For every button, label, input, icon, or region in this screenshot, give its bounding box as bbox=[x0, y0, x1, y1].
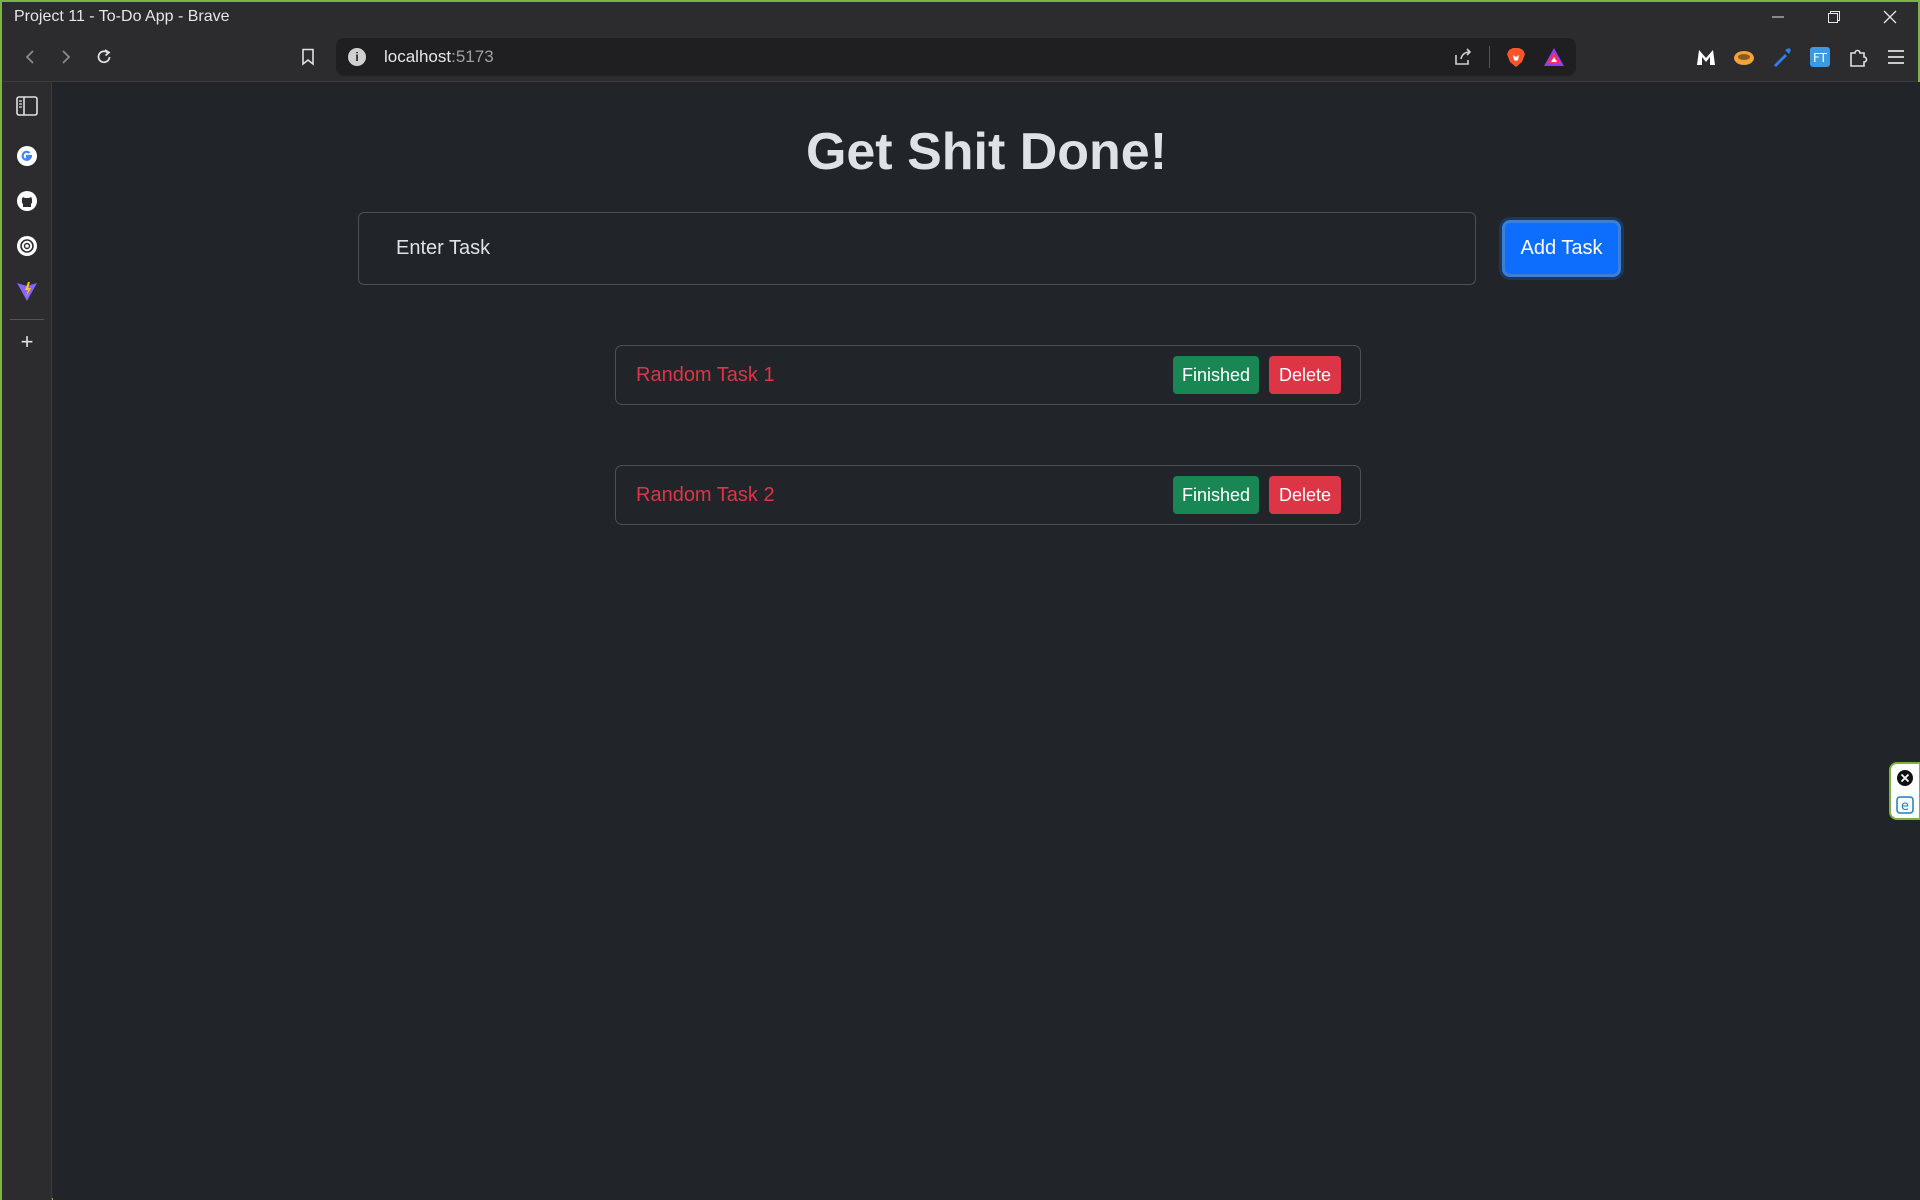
address-bar-actions bbox=[1451, 38, 1566, 76]
add-icon: + bbox=[20, 329, 34, 354]
github-icon bbox=[17, 191, 37, 211]
forward-button[interactable] bbox=[50, 41, 82, 73]
honey-extension[interactable] bbox=[1732, 45, 1756, 69]
brave-rewards-icon bbox=[1544, 48, 1564, 66]
back-button[interactable] bbox=[14, 41, 46, 73]
url-port: :5173 bbox=[451, 47, 494, 66]
share-button[interactable] bbox=[1451, 45, 1475, 69]
extensions-menu-button[interactable] bbox=[1846, 45, 1870, 69]
brave-lion-icon bbox=[1507, 48, 1525, 67]
google-icon bbox=[17, 146, 37, 166]
sidebar-toggle-button[interactable] bbox=[15, 94, 39, 118]
browser-window: Project 11 - To-Do App - Brave i localho… bbox=[0, 0, 1920, 1200]
bookmark-button[interactable] bbox=[292, 41, 324, 73]
app-page: Get Shit Done! Add Task Random Task 1 Fi… bbox=[53, 82, 1920, 1200]
finished-button[interactable]: Finished bbox=[1173, 476, 1259, 514]
extension-e-icon[interactable]: e bbox=[1896, 795, 1914, 814]
address-bar[interactable]: i localhost:5173 bbox=[336, 38, 1576, 76]
browser-toolbar: i localhost:5173 FT bbox=[2, 32, 1918, 82]
extensions-bar: FT bbox=[1694, 32, 1908, 82]
eyedropper-icon bbox=[1774, 48, 1791, 67]
close-circle-icon[interactable] bbox=[1896, 769, 1914, 787]
task-input[interactable] bbox=[358, 212, 1476, 285]
malwarebytes-extension[interactable] bbox=[1694, 45, 1718, 69]
sidebar-item-vite[interactable] bbox=[15, 279, 39, 303]
title-bar: Project 11 - To-Do App - Brave bbox=[2, 2, 1918, 32]
address-divider bbox=[1489, 46, 1490, 68]
forward-arrow-icon bbox=[62, 50, 71, 64]
honey-icon bbox=[1734, 51, 1754, 65]
malwarebytes-icon bbox=[1697, 50, 1715, 65]
svg-text:e: e bbox=[1901, 799, 1909, 814]
add-task-button[interactable]: Add Task bbox=[1502, 220, 1621, 277]
sidebar-item-github[interactable] bbox=[15, 189, 39, 213]
restore-icon bbox=[1828, 11, 1840, 23]
hamburger-menu-icon bbox=[1888, 50, 1904, 64]
back-arrow-icon bbox=[25, 50, 34, 64]
delete-button[interactable]: Delete bbox=[1269, 356, 1341, 394]
main-menu-button[interactable] bbox=[1884, 45, 1908, 69]
reload-button[interactable] bbox=[88, 41, 120, 73]
puzzle-piece-icon bbox=[1850, 49, 1868, 67]
finished-button[interactable]: Finished bbox=[1173, 356, 1259, 394]
share-icon bbox=[1455, 48, 1472, 65]
delete-button[interactable]: Delete bbox=[1269, 476, 1341, 514]
reload-icon bbox=[97, 49, 111, 64]
floating-extension-widget: e bbox=[1889, 762, 1920, 820]
url-text: localhost:5173 bbox=[384, 47, 494, 67]
site-info-icon[interactable]: i bbox=[348, 48, 366, 66]
brave-shields-button[interactable] bbox=[1504, 45, 1528, 69]
ft-badge-icon: FT bbox=[1810, 47, 1830, 67]
task-item: Random Task 2 Finished Delete bbox=[615, 465, 1361, 525]
ft-extension[interactable]: FT bbox=[1808, 45, 1832, 69]
sidebar-divider bbox=[10, 319, 44, 320]
sidebar-panel-icon bbox=[16, 96, 38, 116]
restore-button[interactable] bbox=[1806, 2, 1862, 32]
brave-rewards-button[interactable] bbox=[1542, 45, 1566, 69]
sidebar-add-button[interactable]: + bbox=[15, 329, 39, 354]
page-title: Get Shit Done! bbox=[805, 123, 1168, 181]
close-window-button[interactable] bbox=[1862, 2, 1918, 32]
browser-sidebar: + bbox=[2, 82, 52, 1200]
task-text: Random Task 1 bbox=[636, 364, 775, 386]
url-host: localhost bbox=[384, 47, 452, 66]
task-item: Random Task 1 Finished Delete bbox=[615, 345, 1361, 405]
colorpick-extension[interactable] bbox=[1770, 45, 1794, 69]
vite-icon bbox=[17, 282, 37, 301]
window-title: Project 11 - To-Do App - Brave bbox=[14, 8, 230, 25]
openai-icon bbox=[17, 236, 37, 256]
bookmark-icon bbox=[302, 48, 314, 66]
task-text: Random Task 2 bbox=[636, 484, 775, 506]
svg-text:FT: FT bbox=[1813, 51, 1828, 65]
window-controls bbox=[1750, 2, 1918, 32]
close-icon bbox=[1883, 10, 1897, 24]
sidebar-item-chatgpt[interactable] bbox=[15, 234, 39, 258]
minimize-icon bbox=[1772, 16, 1784, 18]
sidebar-item-google[interactable] bbox=[15, 144, 39, 168]
minimize-button[interactable] bbox=[1750, 2, 1806, 32]
